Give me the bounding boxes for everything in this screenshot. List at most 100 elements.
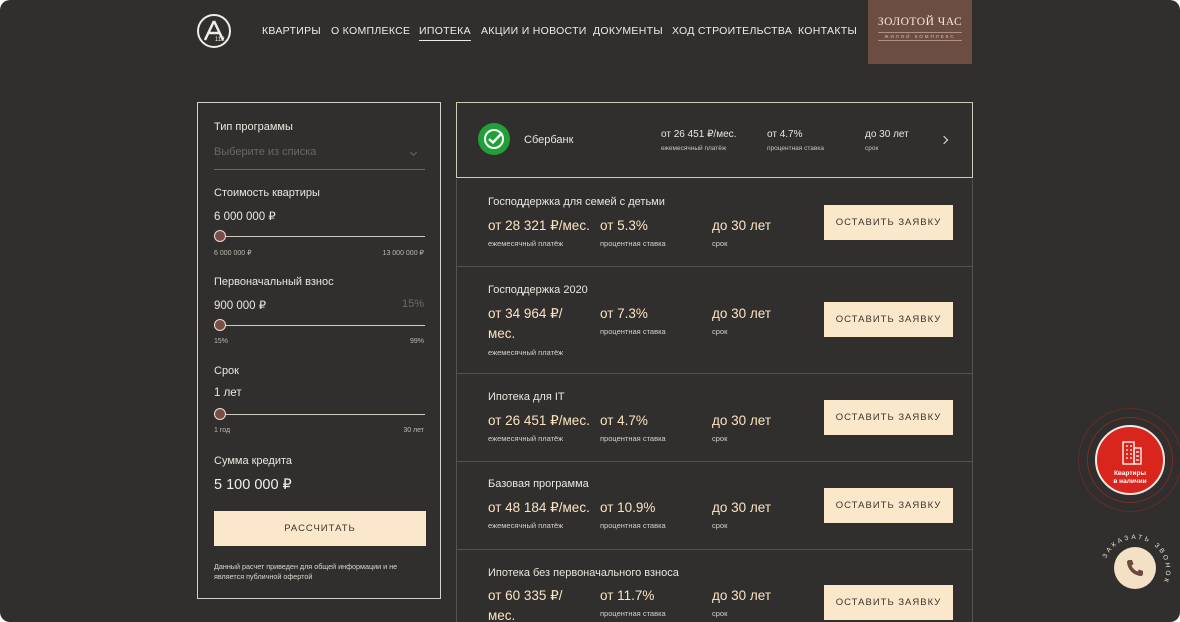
- program-title: Базовая программа: [488, 478, 589, 490]
- program-title: Ипотека без первоначального взноса: [488, 567, 679, 579]
- nav-item-about[interactable]: О КОМПЛЕКСЕ: [331, 25, 410, 37]
- program-item: Базовая программа от 48 184 ₽/мес. ежеме…: [457, 462, 972, 550]
- apply-button[interactable]: ОСТАВИТЬ ЗАЯВКУ: [824, 488, 953, 523]
- bank-payment: от 26 451 ₽/мес.: [661, 129, 737, 140]
- logo[interactable]: 112: [197, 14, 231, 48]
- logo-mark-icon: 112: [203, 20, 225, 43]
- bank-term: до 30 лет: [865, 129, 909, 140]
- term-slider-handle[interactable]: [214, 408, 226, 420]
- program-title: Господдержка 2020: [488, 284, 588, 296]
- program-payment: от 48 184 ₽/мес.: [488, 500, 590, 515]
- available-apartments-button[interactable]: Квартиры в наличии: [1095, 425, 1165, 495]
- term-min: 1 год: [214, 427, 231, 434]
- program-payment-caption: ежемесячный платёж: [488, 434, 564, 443]
- program-term-caption: срок: [712, 521, 728, 530]
- bank-name: Сбербанк: [524, 134, 574, 146]
- program-payment-caption: ежемесячный платёж: [488, 521, 564, 530]
- brand-title: ЗОЛОТОЙ ЧАС: [877, 16, 963, 28]
- nav-item-construction[interactable]: ХОД СТРОИТЕЛЬСТВА: [672, 25, 792, 37]
- nav-item-news[interactable]: АКЦИИ И НОВОСТИ: [481, 25, 587, 37]
- program-term-caption: срок: [712, 327, 728, 336]
- price-value: 6 000 000 ₽: [214, 211, 276, 223]
- program-term: до 30 лет: [712, 306, 772, 321]
- credit-amount-value: 5 100 000 ₽: [214, 477, 292, 493]
- program-type-placeholder: Выберите из списка: [214, 146, 317, 158]
- program-payment: от 28 321 ₽/мес.: [488, 218, 590, 233]
- program-term: до 30 лет: [712, 218, 772, 233]
- program-term: до 30 лет: [712, 413, 772, 428]
- price-label: Стоимость квартиры: [214, 187, 320, 199]
- chevron-right-icon[interactable]: [939, 135, 949, 145]
- program-term: до 30 лет: [712, 588, 772, 603]
- program-item: Ипотека для IT от 26 451 ₽/мес. ежемесяч…: [457, 374, 972, 462]
- program-term-caption: срок: [712, 434, 728, 443]
- down-payment-max: 99%: [409, 338, 424, 345]
- term-slider-track[interactable]: [214, 414, 425, 415]
- program-title: Ипотека для IT: [488, 391, 565, 403]
- available-label: Квартиры в наличии: [1097, 470, 1163, 485]
- nav-item-apartments[interactable]: КВАРТИРЫ: [262, 25, 321, 37]
- bank-payment-caption: ежемесячный платёж: [661, 145, 727, 152]
- bank-term-caption: срок: [865, 145, 879, 152]
- program-rate: от 11.7%: [600, 588, 655, 603]
- select-underline: [214, 169, 425, 170]
- program-rate-caption: процентная ставка: [600, 327, 666, 336]
- price-slider-handle[interactable]: [214, 230, 226, 242]
- price-max: 13 000 000 ₽: [382, 250, 424, 257]
- program-rate: от 4.7%: [600, 413, 648, 428]
- bank-card-sberbank[interactable]: Сбербанк от 26 451 ₽/мес. ежемесячный пл…: [456, 102, 973, 178]
- program-term-caption: срок: [712, 239, 728, 248]
- apply-button[interactable]: ОСТАВИТЬ ЗАЯВКУ: [824, 400, 953, 435]
- program-rate: от 10.9%: [600, 500, 656, 515]
- page: 112 КВАРТИРЫ О КОМПЛЕКСЕ ИПОТЕКА АКЦИИ И…: [0, 0, 1180, 622]
- mortgage-calculator: Тип программы Выберите из списка Стоимос…: [197, 102, 441, 599]
- down-payment-label: Первоначальный взнос: [214, 276, 334, 288]
- program-term: до 30 лет: [712, 500, 772, 515]
- sberbank-logo-icon: [478, 123, 510, 155]
- program-rate-caption: процентная ставка: [600, 521, 666, 530]
- apply-button[interactable]: ОСТАВИТЬ ЗАЯВКУ: [824, 205, 953, 240]
- program-item: Господдержка для семей с детьми от 28 32…: [457, 179, 972, 267]
- program-list: Господдержка для семей с детьми от 28 32…: [456, 179, 973, 622]
- program-rate-caption: процентная ставка: [600, 239, 666, 248]
- apply-button[interactable]: ОСТАВИТЬ ЗАЯВКУ: [824, 302, 953, 337]
- down-payment-slider-track[interactable]: [214, 325, 425, 326]
- program-payment: от 34 964 ₽/мес.: [488, 306, 563, 341]
- price-min: 6 000 000 ₽: [214, 250, 252, 257]
- chevron-down-icon: [409, 148, 418, 157]
- program-item: Ипотека без первоначального взноса от 60…: [457, 550, 972, 622]
- program-rate-caption: процентная ставка: [600, 434, 666, 443]
- down-payment-percent: 15%: [401, 298, 424, 310]
- down-payment-value: 900 000 ₽: [214, 300, 267, 312]
- program-type-label: Тип программы: [214, 121, 293, 133]
- term-max: 30 лет: [403, 427, 424, 434]
- term-value: 1 лет: [214, 387, 242, 399]
- program-payment: от 26 451 ₽/мес.: [488, 413, 590, 428]
- credit-amount-label: Сумма кредита: [214, 455, 293, 467]
- phone-icon: [1127, 560, 1143, 576]
- program-payment-caption: ежемесячный платёж: [488, 239, 564, 248]
- program-payment-caption: ежемесячный платёж: [488, 348, 564, 357]
- building-icon: [1122, 441, 1142, 465]
- disclaimer-note: Данный расчет приведен для общей информа…: [214, 562, 398, 581]
- nav-item-documents[interactable]: ДОКУМЕНТЫ: [593, 25, 663, 37]
- available-label-line2: в наличии: [1113, 477, 1147, 485]
- program-title: Господдержка для семей с детьми: [488, 196, 665, 208]
- calculate-button[interactable]: РАССЧИТАТЬ: [214, 511, 426, 546]
- down-payment-slider-handle[interactable]: [214, 319, 226, 331]
- brand-logo[interactable]: ЗОЛОТОЙ ЧАС ЖИЛОЙ КОМПЛЕКС: [868, 0, 972, 64]
- nav-item-mortgage[interactable]: ИПОТЕКА: [419, 25, 471, 41]
- callback-button[interactable]: [1114, 547, 1156, 589]
- down-payment-min: 15%: [214, 338, 229, 345]
- program-payment: от 60 335 ₽/мес.: [488, 588, 563, 622]
- brand-subtitle: ЖИЛОЙ КОМПЛЕКС: [878, 32, 962, 41]
- bank-rate: от 4.7%: [767, 129, 803, 140]
- program-item: Господдержка 2020 от 34 964 ₽/мес. ежеме…: [457, 267, 972, 374]
- term-label: Срок: [214, 365, 239, 377]
- bank-rate-caption: процентная ставка: [767, 145, 824, 152]
- apply-button[interactable]: ОСТАВИТЬ ЗАЯВКУ: [824, 585, 953, 620]
- nav-item-contacts[interactable]: КОНТАКТЫ: [798, 25, 857, 37]
- price-slider-track[interactable]: [214, 236, 425, 237]
- program-rate: от 7.3%: [600, 306, 648, 321]
- program-term-caption: срок: [712, 609, 728, 618]
